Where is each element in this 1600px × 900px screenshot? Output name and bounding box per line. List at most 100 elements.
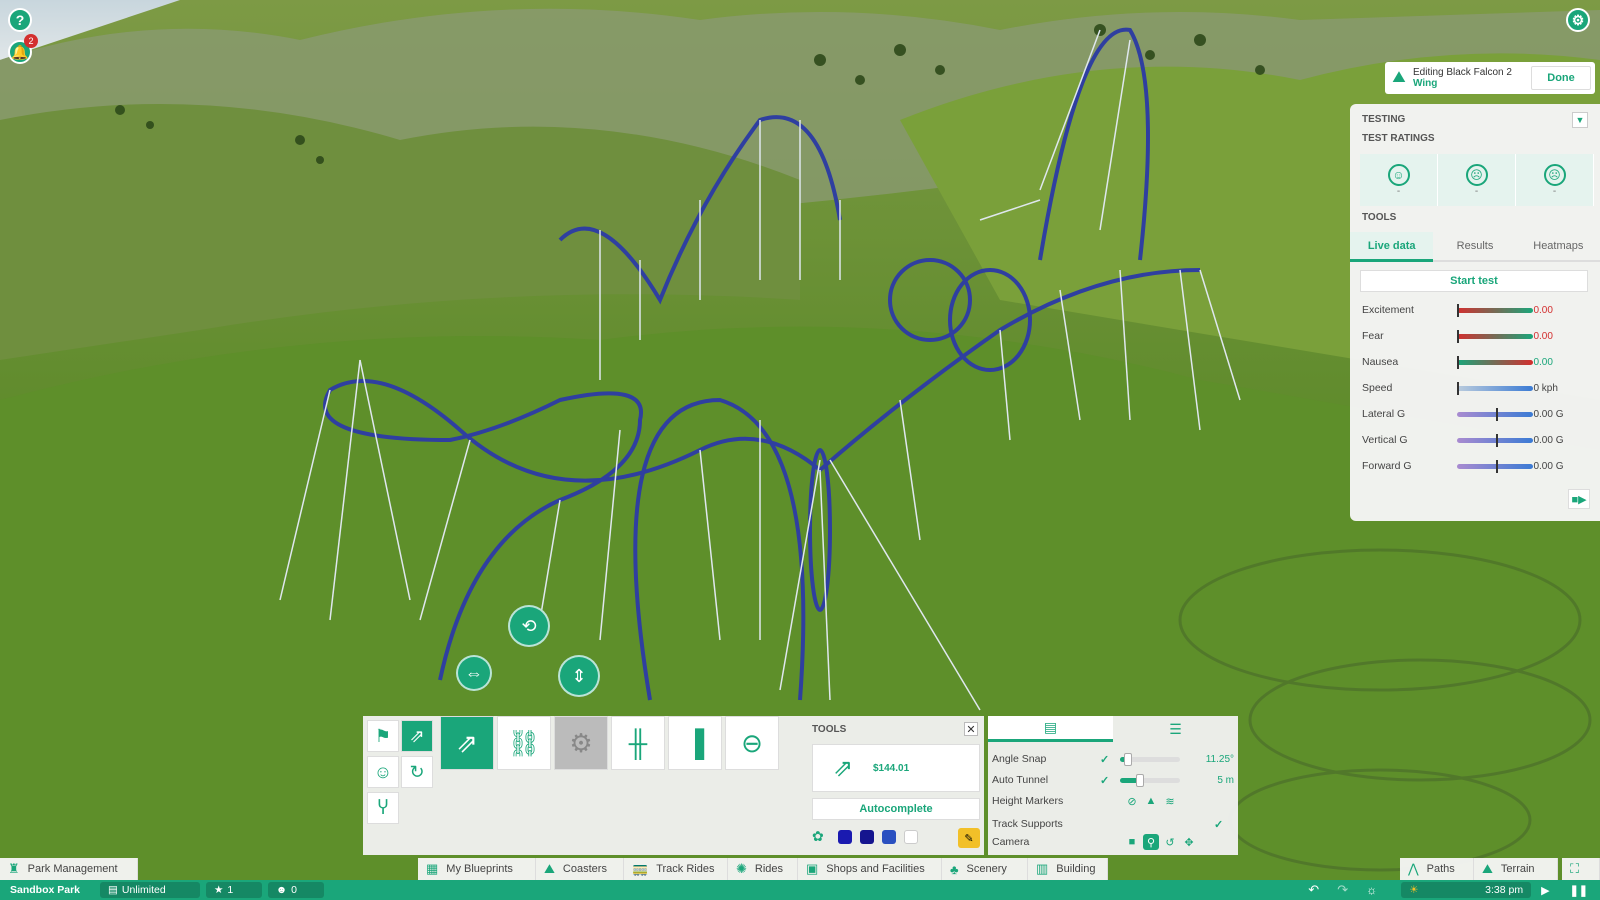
person-icon[interactable]: ☺: [367, 756, 399, 788]
menu-track-rides[interactable]: 🚃 Track Rides: [624, 858, 728, 880]
tree-icon: ♣: [950, 861, 959, 877]
editing-title: Editing Black Falcon 2: [1413, 67, 1512, 78]
redo-icon[interactable]: ↷: [1337, 882, 1348, 898]
stat-bar: [1457, 433, 1534, 447]
question-icon: ?: [8, 8, 32, 32]
cost-card: ⇗ $144.01: [812, 744, 980, 792]
notification-count-badge: 2: [24, 34, 38, 48]
camera-row: Camera ■ ⚲ ↺ ✥: [992, 833, 1234, 851]
stat-bar: [1457, 381, 1534, 395]
ratings-row: ☺ - ☹ - ☹ -: [1360, 154, 1594, 206]
menu-shops-facilities[interactable]: ▣ Shops and Facilities: [798, 858, 942, 880]
stat-row-lateral-g: Lateral G 0.00 G: [1362, 407, 1564, 421]
menu-my-blueprints[interactable]: ▦ My Blueprints: [418, 858, 536, 880]
camera-rotate-icon[interactable]: ↺: [1162, 834, 1178, 850]
menu-park-management[interactable]: ♜ Park Management: [0, 858, 138, 880]
swatch-1[interactable]: [838, 830, 852, 844]
camera-video-icon[interactable]: ■: [1124, 834, 1140, 850]
guests-icon: ☻: [276, 884, 288, 896]
nausea-rating: ☹ -: [1516, 154, 1594, 206]
undo-icon[interactable]: ↶: [1308, 882, 1319, 898]
menu-rides[interactable]: ✺ Rides: [728, 858, 798, 880]
star-icon: ★: [214, 884, 224, 896]
track-supports-row: Track Supports ✓: [992, 818, 1224, 831]
money-icon: ▤: [108, 884, 118, 896]
gear-icon: ⚙: [1566, 8, 1590, 32]
menu-terrain[interactable]: ⛰ Terrain: [1474, 858, 1558, 880]
close-icon[interactable]: ✕: [964, 722, 978, 736]
auto-tunnel-slider[interactable]: [1120, 773, 1180, 787]
menu-scenery[interactable]: ♣ Scenery: [942, 858, 1028, 880]
track-icon[interactable]: ⇗: [401, 720, 433, 752]
clipboard-icon[interactable]: ▤: [988, 716, 1113, 742]
move-horizontal-gizmo[interactable]: ⇔: [456, 655, 492, 691]
booster-button[interactable]: ⚙: [554, 716, 608, 770]
tab-heatmaps[interactable]: Heatmaps: [1516, 232, 1600, 262]
test-ratings-title: TEST RATINGS: [1362, 133, 1435, 144]
tab-live-data[interactable]: Live data: [1350, 232, 1434, 262]
special-element-icon[interactable]: Ⴤ: [367, 792, 399, 824]
palette-icon[interactable]: ✿: [812, 828, 824, 845]
editing-ride-panel: ⛰ Editing Black Falcon 2 Wing Done: [1385, 62, 1595, 94]
chain-lift-button[interactable]: ⛓: [497, 716, 551, 770]
settings-tabs: ▤ ☰: [988, 716, 1238, 742]
angle-snap-row: Angle Snap ✓ 11.25°: [992, 752, 1234, 766]
paint-icon[interactable]: ✎: [958, 828, 980, 848]
weather-icon[interactable]: ☼: [1366, 883, 1377, 897]
loop-icon[interactable]: ↻: [401, 756, 433, 788]
swatch-2[interactable]: [860, 830, 874, 844]
guests-chip[interactable]: ☻ 0: [268, 882, 324, 898]
settings-panel: ▤ ☰ Angle Snap ✓ 11.25° Auto Tunnel ✓ 5 …: [988, 716, 1238, 855]
rating-chip[interactable]: ★ 1: [206, 882, 262, 898]
move-vertical-gizmo[interactable]: ⇕: [558, 655, 600, 697]
remove-brake-button[interactable]: ▐: [668, 716, 722, 770]
fullscreen-button[interactable]: ⛶: [1562, 858, 1600, 880]
camera-follow-icon[interactable]: ⚲: [1143, 834, 1159, 850]
help-button[interactable]: ?: [8, 8, 32, 32]
stat-row-nausea: Nausea 0.00: [1362, 355, 1553, 369]
stat-row-speed: Speed 0 kph: [1362, 381, 1558, 395]
excitement-rating: ☺ -: [1360, 154, 1438, 206]
track-supports-checkbox[interactable]: ✓: [1214, 818, 1223, 831]
notifications-button[interactable]: 🔔 2: [8, 34, 38, 64]
swatch-4[interactable]: [904, 830, 918, 844]
tab-results[interactable]: Results: [1433, 232, 1517, 262]
collapse-toggle[interactable]: ▼: [1572, 112, 1588, 128]
path-icon: ⋀: [1408, 861, 1419, 876]
done-button[interactable]: Done: [1531, 66, 1591, 90]
ride-type: Wing: [1413, 78, 1438, 89]
autocomplete-button[interactable]: Autocomplete: [812, 798, 980, 820]
station-icon[interactable]: ⚑: [367, 720, 399, 752]
settings-button[interactable]: ⚙: [1566, 8, 1590, 32]
money-chip[interactable]: ▤ Unlimited: [100, 882, 200, 898]
terrain-markers-icon[interactable]: ▲: [1143, 793, 1159, 809]
pause-icon[interactable]: ❚❚: [1570, 884, 1588, 897]
scared-face-icon: ☹: [1465, 163, 1488, 186]
sun-icon: ☀: [1409, 884, 1419, 896]
rotate-gizmo[interactable]: ⟲: [508, 605, 550, 647]
status-bar: Sandbox Park ▤ Unlimited ★ 1 ☻ 0 ↶ ↷ ☼ ☀ 3:3…: [0, 880, 1600, 900]
water-markers-icon[interactable]: ≋: [1162, 793, 1178, 809]
bottom-menu-bar: ♜ Park Management ▦ My Blueprints ⛰ Coaster…: [0, 858, 1600, 880]
camera-free-icon[interactable]: ✥: [1181, 834, 1197, 850]
menu-coasters[interactable]: ⛰ Coasters: [536, 858, 624, 880]
track-tool-panel: ⚑ ⇗ ☺ ↻ Ⴤ ⇗ ⛓ ⚙ ╫ ▐ ⊖: [363, 716, 808, 855]
angle-snap-slider[interactable]: [1120, 752, 1180, 766]
tools-box: TOOLS ✕ ⇗ $144.01 Autocomplete ✿ ✎: [808, 716, 984, 855]
start-test-button[interactable]: Start test: [1360, 270, 1588, 292]
no-markers-icon[interactable]: ⊘: [1124, 793, 1140, 809]
play-icon[interactable]: ▶: [1541, 884, 1549, 897]
list-icon[interactable]: ☰: [1113, 716, 1238, 742]
remove-supports-button[interactable]: ╫: [611, 716, 665, 770]
angle-snap-checkbox[interactable]: ✓: [1100, 753, 1116, 766]
build-track-button[interactable]: ⇗: [440, 716, 494, 770]
menu-paths[interactable]: ⋀ Paths: [1400, 858, 1474, 880]
auto-tunnel-checkbox[interactable]: ✓: [1100, 774, 1116, 787]
swatch-3[interactable]: [882, 830, 896, 844]
park-icon: ♜: [8, 861, 20, 876]
menu-building[interactable]: ▥ Building: [1028, 858, 1108, 880]
camera-icon[interactable]: ■▶: [1568, 489, 1590, 509]
ferris-wheel-icon: ✺: [736, 861, 747, 876]
remove-section-button[interactable]: ⊖: [725, 716, 779, 770]
stat-row-forward-g: Forward G 0.00 G: [1362, 459, 1564, 473]
